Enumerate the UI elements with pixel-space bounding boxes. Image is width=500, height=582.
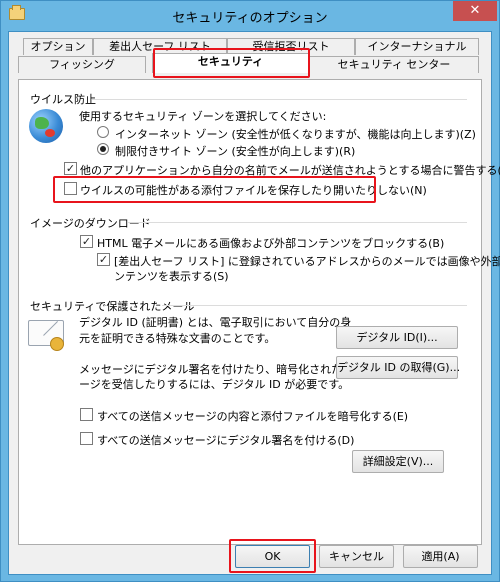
cancel-button[interactable]: キャンセル xyxy=(319,545,394,568)
signing-description-line2: ージを受信したりするには、デジタル ID が必要です。 xyxy=(79,378,350,391)
secure-mail-group-title: セキュリティで保護されたメール xyxy=(30,300,195,313)
radio-internet-zone[interactable] xyxy=(97,126,109,138)
window-title: セキュリティのオプション xyxy=(172,11,328,26)
advanced-settings-button[interactable]: 詳細設定(V)... xyxy=(352,450,444,473)
dialog-window: セキュリティのオプション ✕ オプション 差出人セーフ リスト 受信拒否リスト … xyxy=(0,0,500,582)
apply-button[interactable]: 適用(A) xyxy=(403,545,478,568)
safe-list-label-line2[interactable]: ンテンツを表示する(S) xyxy=(114,268,229,284)
ok-button[interactable]: OK xyxy=(235,545,310,568)
radio-internet-zone-label[interactable]: インターネット ゾーン (安全性が低くなりますが、機能は向上します)(Z) xyxy=(115,126,476,142)
warn-checkbox[interactable]: ✓ xyxy=(64,162,77,175)
signing-description-line1: メッセージにデジタル署名を付けたり、暗号化されたメッセ xyxy=(79,363,376,376)
virus-group-divider xyxy=(92,99,467,100)
radio-restricted-zone-label[interactable]: 制限付きサイト ゾーン (安全性が向上します)(R) xyxy=(115,143,355,159)
globe-icon xyxy=(29,109,63,143)
certificate-seal-icon xyxy=(50,337,64,351)
tab-international[interactable]: インターナショナル xyxy=(355,38,479,55)
radio-restricted-zone[interactable] xyxy=(97,143,109,155)
safe-list-checkbox[interactable]: ✓ xyxy=(97,253,110,266)
virus-group-title: ウイルス防止 xyxy=(30,93,96,106)
encrypt-all-checkbox[interactable] xyxy=(80,408,93,421)
block-attachments-checkbox[interactable] xyxy=(64,182,77,195)
sign-all-label[interactable]: すべての送信メッセージにデジタル署名を付ける(D) xyxy=(97,432,354,448)
digital-id-description-line2: 元を証明できる特殊な文書のことです。 xyxy=(79,332,276,345)
safe-list-label-line1[interactable]: [差出人セーフ リスト] に登録されているアドレスからのメールでは画像や外部コ xyxy=(114,253,500,269)
tab-security[interactable]: セキュリティ xyxy=(152,53,309,73)
image-group-title: イメージのダウンロード xyxy=(30,217,151,230)
digital-id-description-line1: デジタル ID (証明書) とは、電子取引において自分の身 xyxy=(79,316,352,329)
image-group-divider xyxy=(128,222,467,223)
title-bar[interactable]: セキュリティのオプション ✕ xyxy=(1,1,499,31)
tab-options[interactable]: オプション xyxy=(23,38,93,55)
block-images-checkbox[interactable]: ✓ xyxy=(80,235,93,248)
close-button[interactable]: ✕ xyxy=(453,1,497,21)
warn-checkbox-label[interactable]: 他のアプリケーションから自分の名前でメールが送信されようとする場合に警告する(W… xyxy=(80,162,500,178)
get-digital-id-button[interactable]: デジタル ID の取得(G)... xyxy=(336,356,460,379)
tab-phishing[interactable]: フィッシング xyxy=(18,56,146,73)
block-attachments-label[interactable]: ウイルスの可能性がある添付ファイルを保存したり開いたりしない(N) xyxy=(80,182,427,198)
sign-all-checkbox[interactable] xyxy=(80,432,93,445)
secure-mail-group-divider xyxy=(162,305,467,306)
digital-id-button[interactable]: デジタル ID(I)... xyxy=(336,326,458,349)
tab-security-center[interactable]: セキュリティ センター xyxy=(309,56,479,73)
block-images-label[interactable]: HTML 電子メールにある画像および外部コンテンツをブロックする(B) xyxy=(97,235,444,251)
zone-prompt: 使用するセキュリティ ゾーンを選択してください: xyxy=(79,110,327,123)
encrypt-all-label[interactable]: すべての送信メッセージの内容と添付ファイルを暗号化する(E) xyxy=(97,408,408,424)
